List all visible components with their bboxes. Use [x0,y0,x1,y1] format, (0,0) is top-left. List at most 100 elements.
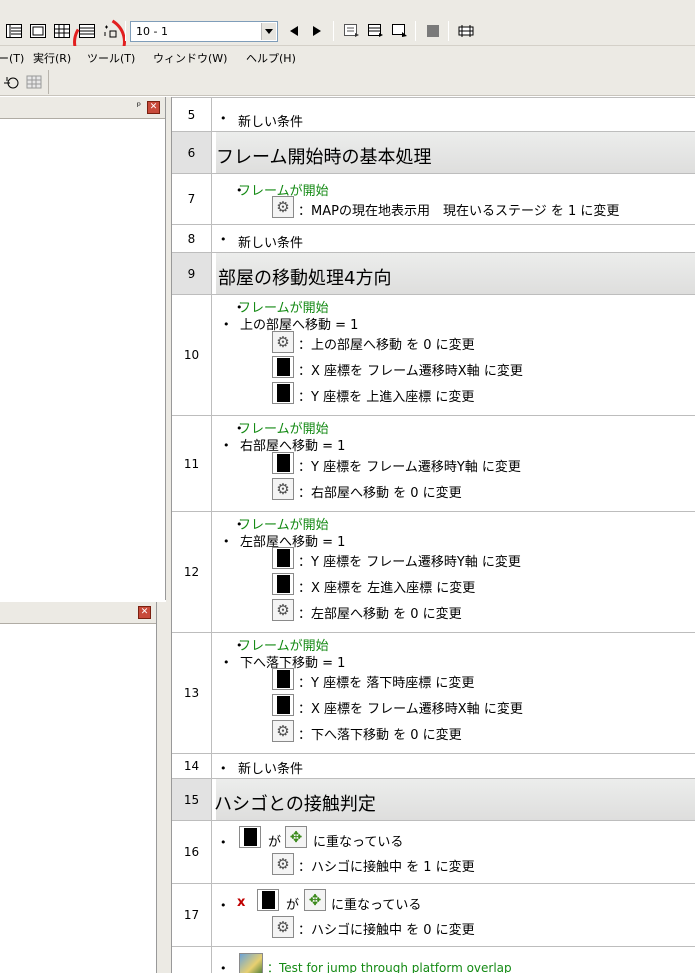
toolbar-separator [448,21,449,41]
action-label[interactable]: ：下へ落下移動 を 0 に変更 [298,724,462,743]
event-content: • フレームが開始 • 右部屋へ移動 = 1 ：Y 座標を フレーム遷移時Y軸 … [212,416,695,511]
event-content: • フレームが開始 • 下へ落下移動 = 1 ：Y 座標を 落下時座標 に変更 … [212,633,695,753]
toolbar-separator [333,21,334,41]
chevron-down-icon[interactable] [261,23,276,40]
action-label[interactable]: ：左部屋へ移動 を 0 に変更 [298,603,462,622]
event-row[interactable]: 5 • 新しい条件 [172,97,695,132]
ga-label: が [286,898,300,913]
action-label[interactable]: ：X 座標を フレーム遷移時X軸 に変更 [298,698,523,717]
event-row[interactable]: 10 • フレームが開始 • 上の部屋へ移動 = 1 ⚙ ：上の部屋へ移動 を … [172,295,695,416]
event-number: 10 [172,295,212,415]
bullet: • [223,318,230,331]
group-content: フレーム開始時の基本処理 [212,132,695,173]
run-application-icon[interactable] [342,21,362,41]
window-top-strip [0,0,695,16]
menu-item-tool[interactable]: ー(T) [0,50,24,66]
action-label[interactable]: ：X 座標を 左進入座標 に変更 [298,577,475,596]
action-label[interactable]: ：上の部屋へ移動 を 0 に変更 [298,334,475,353]
layer-tool-icon[interactable] [2,72,22,92]
action-label[interactable]: ：ハシゴに接触中 を 0 に変更 [298,919,475,938]
action-label[interactable]: ：Y 座標を フレーム遷移時Y軸 に変更 [298,551,521,570]
toolbar-group [0,70,49,94]
workspace-panel: ᵖ ✕ [0,97,166,600]
next-frame-icon[interactable] [307,21,327,41]
action-label[interactable]: ：右部屋へ移動 を 0 に変更 [298,482,462,501]
storyboard-view-icon[interactable] [4,21,24,41]
stop-icon[interactable] [423,21,443,41]
bullet: • [223,535,230,548]
event-number: 14 [172,754,212,778]
event-content: • 新しい条件 [212,754,695,778]
event-number: 11 [172,416,212,511]
action-label[interactable]: ：Y 座標を 落下時座標 に変更 [298,672,474,691]
event-row[interactable]: 13 • フレームが開始 • 下へ落下移動 = 1 ：Y 座標を 落下時座標 に… [172,633,695,754]
panel-splitter[interactable] [157,602,166,973]
event-row[interactable]: 16 • が ✥ に重なっている ⚙ ：ハシゴに接触中 を 1 に変更 [172,821,695,884]
menu-item-help[interactable]: ヘルプ(H) [246,50,296,66]
group-row[interactable]: 15 ハシゴとの接触判定 [172,779,695,821]
gear-icon: ⚙ [272,853,294,875]
event-row[interactable]: 8 • 新しい条件 [172,225,695,253]
bullet: • [220,899,227,912]
extension-icon [239,953,263,973]
new-condition-label[interactable]: 新しい条件 [238,111,303,130]
pin-icon[interactable]: ᵖ [137,101,141,112]
menu-item-tools[interactable]: ツール(T) [87,50,135,66]
action-label[interactable]: ：ハシゴに接触中 を 1 に変更 [298,856,475,875]
action-label[interactable]: ：Y 座標を 上進入座標 に変更 [298,386,474,405]
move-icon: ✥ [285,826,307,848]
object-icon [239,826,261,848]
toolbar-separator [125,21,126,41]
action-label[interactable]: ：Y 座標を フレーム遷移時Y軸 に変更 [298,456,521,475]
condition-label[interactable]: に重なっている [331,894,421,913]
object-icon [272,694,294,716]
event-number: 17 [172,884,212,946]
menu-item-run[interactable]: 実行(R) [33,50,71,66]
group-title: ハシゴとの接触判定 [214,794,376,815]
bullet: • [220,836,227,849]
event-row[interactable]: 11 • フレームが開始 • 右部屋へ移動 = 1 ：Y 座標を フレーム遷移時… [172,416,695,512]
frame-editor-icon[interactable] [28,21,48,41]
condition-label[interactable]: ：Test for jump through platform overlap [267,959,512,973]
bullet: • [223,439,230,452]
event-editor-icon[interactable] [52,21,72,41]
event-content: • フレームが開始 • 左部屋へ移動 = 1 ：Y 座標を フレーム遷移時Y軸 … [212,512,695,632]
group-content: ハシゴとの接触判定 [212,779,695,820]
gear-icon: ⚙ [272,196,294,218]
new-condition-label[interactable]: 新しい条件 [238,232,303,251]
run-frame-icon[interactable] [366,21,386,41]
frame-select-combo[interactable]: 10 - 1 [130,21,278,42]
bullet: • [223,656,230,669]
build-icon[interactable] [456,21,476,41]
secondary-toolbar [0,68,695,96]
main-toolbar: 10 - 1 [0,10,695,74]
grid-tool-icon[interactable] [24,72,44,92]
group-row[interactable]: 9 部屋の移動処理4方向 [172,253,695,295]
bullet: • [220,112,227,125]
group-row[interactable]: 6 フレーム開始時の基本処理 [172,132,695,174]
close-icon[interactable]: ✕ [147,101,160,114]
event-row[interactable]: 17 • x が ✥ に重なっている ⚙ ：ハシゴに接触中 を 0 に変更 [172,884,695,947]
action-label[interactable]: ：X 座標を フレーム遷移時X軸 に変更 [298,360,523,379]
previous-frame-icon[interactable] [284,21,304,41]
menu-bar: ー(T) 実行(R) ツール(T) ウィンドウ(W) ヘルプ(H) [0,46,695,68]
panel-header: ᵖ ✕ [0,97,165,119]
gear-icon: ⚙ [272,916,294,938]
condition-label[interactable]: に重なっている [313,831,403,850]
menu-item-window[interactable]: ウィンドウ(W) [153,50,227,66]
preview-window-icon[interactable] [390,21,410,41]
event-row[interactable]: 12 • フレームが開始 • 左部屋へ移動 = 1 ：Y 座標を フレーム遷移時… [172,512,695,633]
event-row[interactable]: • ：Test for jump through platform overla… [172,947,695,973]
event-number: 6 [172,132,212,173]
event-number: 9 [172,253,212,294]
panel-header: ✕ [0,602,156,624]
condition-label[interactable]: 上の部屋へ移動 = 1 [240,314,358,333]
close-icon[interactable]: ✕ [138,606,151,619]
event-row[interactable]: 14 • 新しい条件 [172,754,695,779]
new-condition-label[interactable]: 新しい条件 [238,758,303,777]
action-label[interactable]: ：MAPの現在地表示用 現在いるステージ を 1 に変更 [298,200,619,219]
bullet: • [220,962,227,973]
object-icon [272,382,294,404]
event-row[interactable]: 7 • フレームが開始 ⚙ ：MAPの現在地表示用 現在いるステージ を 1 に… [172,174,695,225]
group-title: 部屋の移動処理4方向 [218,268,392,289]
